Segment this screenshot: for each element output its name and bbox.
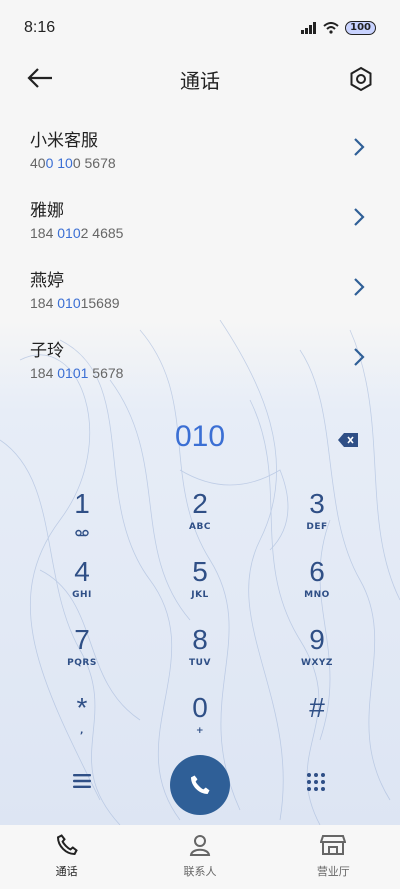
status-icons: 100	[301, 21, 376, 35]
wifi-icon	[323, 22, 339, 34]
key-6[interactable]: 6 MNO	[277, 556, 357, 616]
page-title: 通话	[180, 68, 220, 93]
menu-icon[interactable]	[72, 773, 92, 793]
chevron-right-icon[interactable]	[352, 136, 366, 162]
contact-number: 400 100 5678	[30, 155, 116, 171]
keypad-icon[interactable]	[306, 772, 326, 796]
chevron-right-icon[interactable]	[352, 206, 366, 232]
key-4[interactable]: 4 GHI	[42, 556, 122, 616]
settings-gear-icon[interactable]	[348, 66, 374, 96]
key-hash[interactable]: #	[277, 692, 357, 752]
contact-name: 小米客服	[30, 131, 98, 151]
key-8[interactable]: 8 TUV	[160, 624, 240, 684]
key-9[interactable]: 9 WXYZ	[277, 624, 357, 684]
nav-contacts[interactable]: 联系人	[133, 825, 266, 889]
key-7[interactable]: 7 PQRS	[42, 624, 122, 684]
signal-icon	[301, 22, 317, 34]
contact-number: 184 01015689	[30, 295, 120, 311]
contact-name: 雅娜	[30, 201, 64, 221]
backspace-icon[interactable]	[338, 432, 358, 451]
contact-number: 184 0102 4685	[30, 225, 124, 241]
phone-icon	[56, 834, 78, 856]
contact-number: 184 0101 5678	[30, 365, 124, 381]
list-item[interactable]: 雅娜 184 0102 4685	[0, 182, 400, 252]
list-item[interactable]: 燕婷 184 01015689	[0, 252, 400, 322]
key-2[interactable]: 2 ABC	[160, 488, 240, 548]
status-bar: 8:16 100	[0, 0, 400, 56]
contact-name: 子玲	[30, 341, 64, 361]
key-3[interactable]: 3 DEF	[277, 488, 357, 548]
nav-label: 联系人	[183, 865, 217, 878]
key-0[interactable]: 0 +	[160, 692, 240, 752]
nav-label: 营业厅	[316, 865, 350, 878]
chevron-right-icon[interactable]	[352, 346, 366, 372]
top-bar: 通话	[0, 56, 400, 102]
contact-name: 燕婷	[30, 271, 64, 291]
nav-label: 通话	[55, 865, 78, 878]
battery-icon: 100	[345, 21, 376, 35]
voicemail-icon	[42, 522, 122, 541]
key-1[interactable]: 1	[42, 488, 122, 548]
contact-list: 小米客服 400 100 5678 雅娜 184 0102 4685 燕婷 18…	[0, 112, 400, 392]
store-icon	[319, 835, 347, 855]
phone-icon	[191, 775, 210, 794]
bottom-navigation: 通话 联系人 营业厅	[0, 825, 400, 889]
chevron-right-icon[interactable]	[352, 276, 366, 302]
status-time: 8:16	[24, 19, 56, 36]
back-arrow-icon[interactable]	[26, 66, 54, 94]
person-icon	[189, 835, 211, 856]
nav-store[interactable]: 营业厅	[267, 825, 400, 889]
list-item[interactable]: 小米客服 400 100 5678	[0, 112, 400, 182]
nav-calls[interactable]: 通话	[0, 825, 133, 889]
key-star[interactable]: * ,	[42, 692, 122, 752]
call-button[interactable]	[170, 755, 230, 815]
list-item[interactable]: 子玲 184 0101 5678	[0, 322, 400, 392]
key-5[interactable]: 5 JKL	[160, 556, 240, 616]
